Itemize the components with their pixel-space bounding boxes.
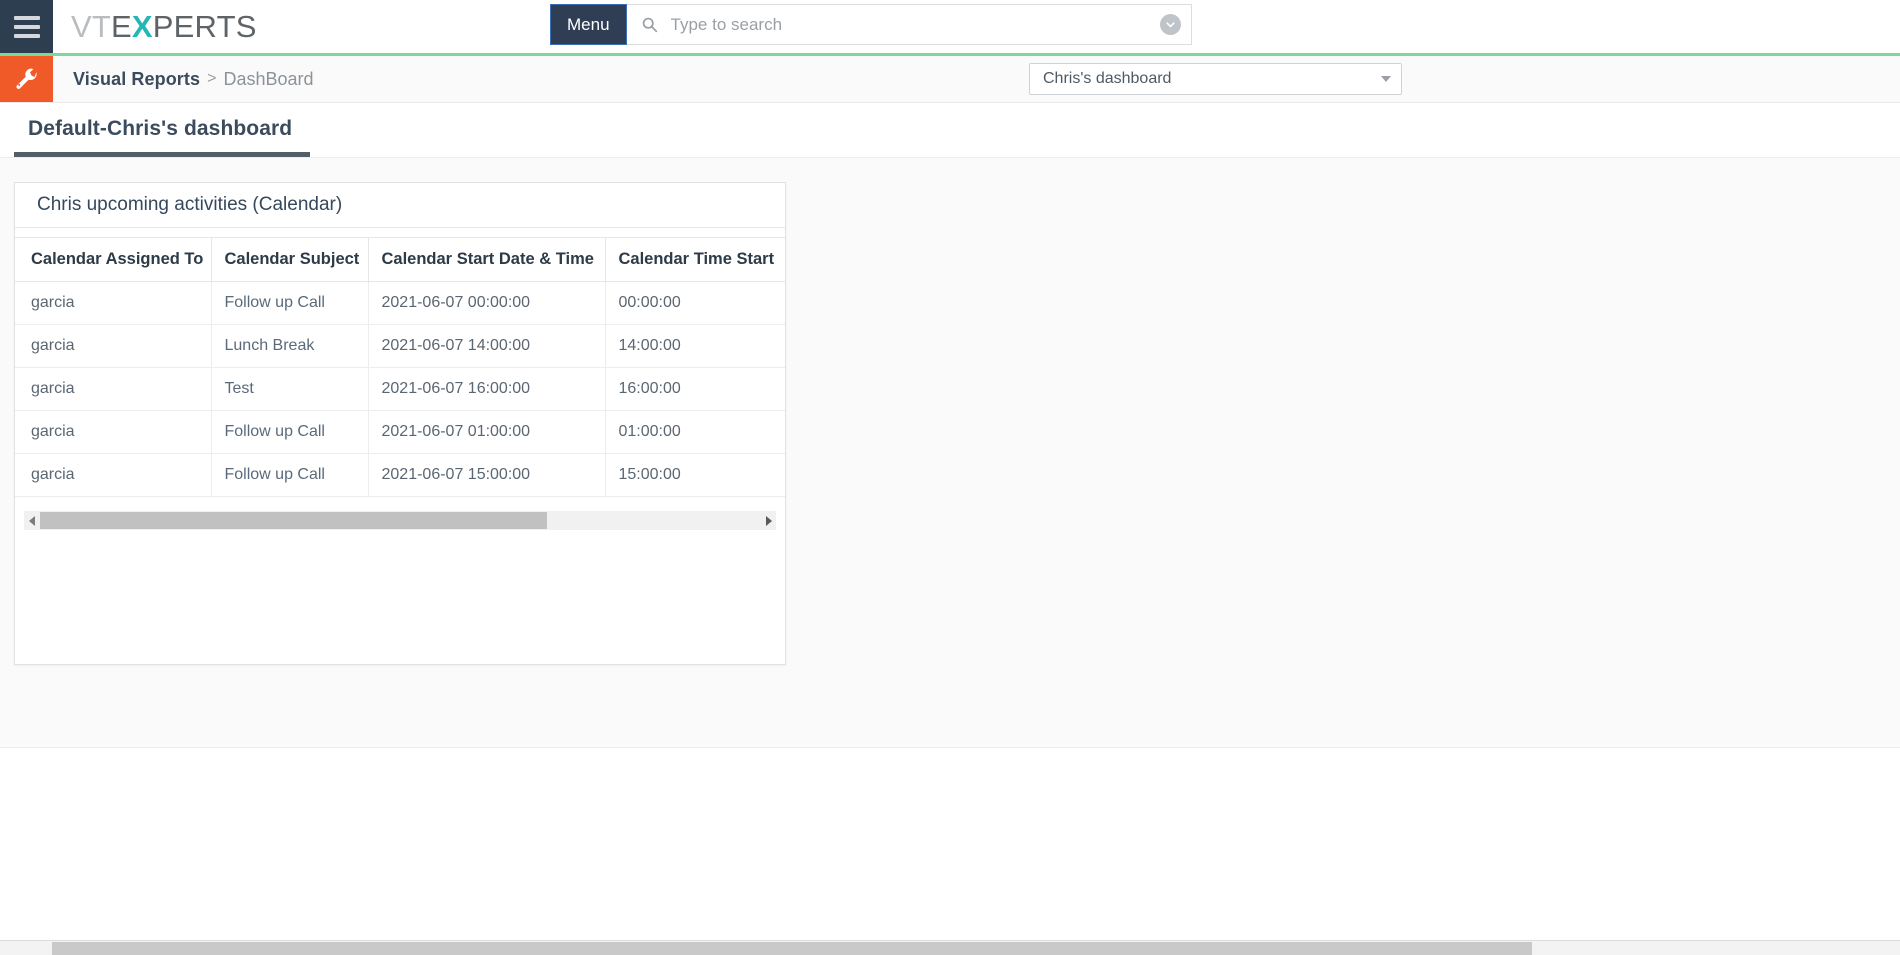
column-header-time-start[interactable]: Calendar Time Start [605, 237, 785, 282]
cell-time-start: 15:00:00 [605, 453, 785, 497]
cell-time-start: 14:00:00 [605, 324, 785, 368]
caret-down-icon [1381, 76, 1391, 82]
page-filler [0, 748, 1900, 888]
column-header-assigned-to[interactable]: Calendar Assigned To [15, 237, 212, 282]
search-box[interactable] [626, 4, 1192, 45]
dashboard-content: Chris upcoming activities (Calendar) Cal… [0, 157, 1900, 748]
cell-assigned-to: garcia [15, 453, 212, 497]
cell-start-datetime: 2021-06-07 16:00:00 [368, 367, 606, 411]
breadcrumb-item-dashboard[interactable]: DashBoard [223, 69, 313, 90]
page-scrollbar-thumb[interactable] [52, 942, 1532, 955]
widget-body: Calendar Assigned To Calendar Subject Ca… [15, 228, 785, 664]
cell-subject[interactable]: Lunch Break [211, 324, 369, 368]
table-row[interactable]: garcia Follow up Call 2021-06-07 01:00:0… [15, 410, 785, 454]
table-header-row: Calendar Assigned To Calendar Subject Ca… [15, 237, 785, 282]
wrench-icon[interactable] [0, 56, 53, 102]
triangle-left-icon[interactable] [24, 515, 39, 526]
top-bar: VT E X PERTS Menu [0, 0, 1900, 53]
table-row[interactable]: garcia Test 2021-06-07 16:00:00 16:00:00 [15, 367, 785, 411]
search-icon [641, 16, 658, 33]
page-horizontal-scrollbar[interactable] [0, 940, 1900, 955]
menu-button[interactable]: Menu [550, 4, 627, 45]
brand-logo[interactable]: VT E X PERTS [53, 0, 257, 53]
scrollbar-track[interactable] [39, 511, 761, 530]
breadcrumb-separator: > [207, 70, 217, 87]
dashboard-select-value: Chris's dashboard [1043, 70, 1172, 87]
hamburger-bar [13, 24, 40, 29]
cell-subject[interactable]: Test [211, 367, 369, 411]
activities-table: Calendar Assigned To Calendar Subject Ca… [15, 237, 785, 497]
brand-vt: VT [71, 8, 112, 44]
table-row[interactable]: garcia Follow up Call 2021-06-07 15:00:0… [15, 453, 785, 497]
cell-time-start: 00:00:00 [605, 281, 785, 325]
dashboard-select[interactable]: Chris's dashboard [1029, 63, 1402, 95]
cell-assigned-to: garcia [15, 410, 212, 454]
hamburger-bar [13, 15, 40, 20]
global-search: Menu [550, 4, 1192, 45]
column-header-subject[interactable]: Calendar Subject [211, 237, 369, 282]
widget-title: Chris upcoming activities (Calendar) [15, 183, 785, 228]
chevron-down-circle-icon[interactable] [1159, 14, 1181, 35]
triangle-right-icon[interactable] [761, 515, 776, 526]
cell-start-datetime: 2021-06-07 01:00:00 [368, 410, 606, 454]
cell-start-datetime: 2021-06-07 00:00:00 [368, 281, 606, 325]
widget-calendar-activities: Chris upcoming activities (Calendar) Cal… [14, 182, 786, 665]
breadcrumb: Visual Reports > DashBoard [53, 56, 314, 102]
cell-time-start: 16:00:00 [605, 367, 785, 411]
table-row[interactable]: garcia Lunch Break 2021-06-07 14:00:00 1… [15, 324, 785, 368]
table-row[interactable]: garcia Follow up Call 2021-06-07 00:00:0… [15, 281, 785, 325]
brand-e: E [111, 8, 132, 44]
cell-subject[interactable]: Follow up Call [211, 281, 369, 325]
hamburger-menu-icon[interactable] [0, 0, 53, 53]
search-input[interactable] [668, 13, 1160, 36]
cell-subject[interactable]: Follow up Call [211, 410, 369, 454]
breadcrumb-bar: Visual Reports > DashBoard Chris's dashb… [0, 56, 1900, 103]
cell-assigned-to: garcia [15, 324, 212, 368]
cell-assigned-to: garcia [15, 367, 212, 411]
cell-assigned-to: garcia [15, 281, 212, 325]
brand-x: X [131, 8, 153, 44]
cell-time-start: 01:00:00 [605, 410, 785, 454]
dashboard-tabstrip: Default-Chris's dashboard [0, 103, 1900, 157]
table-horizontal-scrollbar[interactable] [24, 511, 776, 530]
brand-perts: PERTS [152, 8, 257, 44]
breadcrumb-item-visual-reports[interactable]: Visual Reports [73, 69, 200, 90]
cell-start-datetime: 2021-06-07 14:00:00 [368, 324, 606, 368]
hamburger-bar [13, 33, 40, 38]
column-header-start-datetime[interactable]: Calendar Start Date & Time [368, 237, 606, 282]
dashboard-select-wrapper: Chris's dashboard [1029, 63, 1402, 95]
cell-start-datetime: 2021-06-07 15:00:00 [368, 453, 606, 497]
cell-subject[interactable]: Follow up Call [211, 453, 369, 497]
scrollbar-thumb[interactable] [40, 512, 547, 529]
tab-default-chris-dashboard[interactable]: Default-Chris's dashboard [14, 117, 311, 157]
